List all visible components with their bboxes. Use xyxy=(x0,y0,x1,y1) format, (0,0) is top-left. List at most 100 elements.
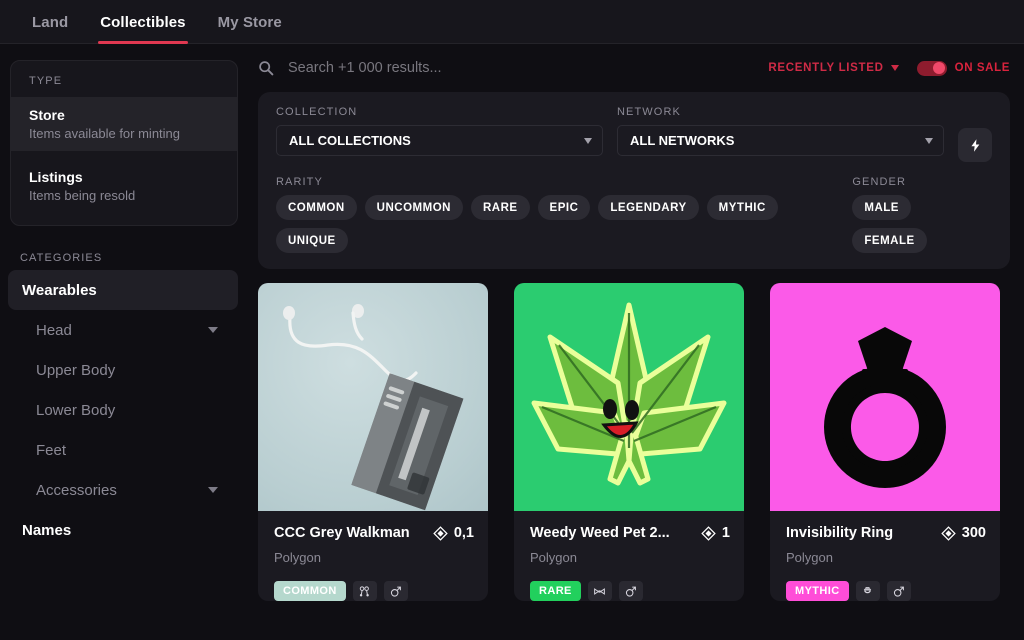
gender-pill-male[interactable]: MALE xyxy=(852,195,911,220)
filter-panel: COLLECTION ALL COLLECTIONS NETWORK ALL N… xyxy=(258,92,1010,269)
item-badges: MYTHIC xyxy=(786,581,986,601)
gender-filter: GENDER MALE FEMALE xyxy=(852,176,992,253)
sidebar-item-upper-body[interactable]: Upper Body xyxy=(8,350,238,390)
ring-icon xyxy=(855,581,880,601)
chevron-down-icon xyxy=(925,137,933,144)
sidebar-item-listings-subtitle: Items being resold xyxy=(29,188,136,203)
sidebar-item-names[interactable]: Names xyxy=(8,510,238,550)
gender-icon xyxy=(618,581,643,601)
item-card-body: Weedy Weed Pet 2... 1 Polygon RARE xyxy=(514,511,744,601)
item-title: CCC Grey Walkman xyxy=(274,525,410,541)
sidebar-item-wearables-label: Wearables xyxy=(22,281,97,299)
sidebar-item-listings-title: Listings xyxy=(29,169,83,185)
sidebar-item-wearables[interactable]: Wearables xyxy=(8,270,238,310)
sort-dropdown[interactable]: RECENTLY LISTED xyxy=(768,62,899,74)
top-navbar: Land Collectibles My Store xyxy=(0,0,1024,44)
rarity-pill-mythic-label: MYTHIC xyxy=(718,201,766,214)
nav-tab-my-store-label: My Store xyxy=(217,13,282,31)
type-section-label: TYPE xyxy=(29,75,63,87)
sidebar-item-names-label: Names xyxy=(22,521,72,539)
gender-pill-male-label: MALE xyxy=(864,201,899,214)
nav-tab-land[interactable]: Land xyxy=(16,0,84,44)
item-price-value: 300 xyxy=(961,525,986,541)
gender-icon xyxy=(886,581,911,601)
item-card[interactable]: Weedy Weed Pet 2... 1 Polygon RARE xyxy=(514,283,744,601)
mana-diamond-icon xyxy=(941,525,956,541)
rarity-pill-epic[interactable]: EPIC xyxy=(537,195,591,220)
rarity-pill-legendary[interactable]: LEGENDARY xyxy=(598,195,699,220)
nav-tab-collectibles[interactable]: Collectibles xyxy=(84,0,201,44)
bowtie-icon xyxy=(587,581,612,601)
item-card-body: CCC Grey Walkman 0,1 Polygon COMMON xyxy=(258,511,488,601)
sidebar-item-store-title: Store xyxy=(29,107,65,123)
item-grid: CCC Grey Walkman 0,1 Polygon COMMON Weed… xyxy=(246,269,1024,601)
sidebar-item-feet-label: Feet xyxy=(36,441,67,459)
on-sale-toggle[interactable]: ON SALE xyxy=(916,60,1010,76)
search-placeholder: Search +1 000 results... xyxy=(288,60,442,76)
chevron-down-icon xyxy=(890,65,899,71)
item-card-header: CCC Grey Walkman 0,1 xyxy=(274,525,474,541)
rarity-pill-rare[interactable]: RARE xyxy=(470,195,530,220)
instant-trade-button[interactable] xyxy=(958,128,992,162)
nav-tab-my-store[interactable]: My Store xyxy=(202,0,298,44)
rarity-badge-label: COMMON xyxy=(283,585,337,597)
filter-selects-row: COLLECTION ALL COLLECTIONS NETWORK ALL N… xyxy=(276,106,992,162)
sidebar-item-lower-body[interactable]: Lower Body xyxy=(8,390,238,430)
rarity-pill-mythic[interactable]: MYTHIC xyxy=(706,195,778,220)
type-filter-card: TYPE Store Items available for minting L… xyxy=(10,60,238,226)
gender-pill-group: MALE FEMALE xyxy=(852,195,992,253)
item-network: Polygon xyxy=(786,550,833,565)
sidebar-item-accessories[interactable]: Accessories xyxy=(8,470,238,510)
gender-pill-female[interactable]: FEMALE xyxy=(852,228,927,253)
item-card-body: Invisibility Ring 300 Polygon MYTHIC xyxy=(770,511,1000,601)
toggle-switch[interactable] xyxy=(916,60,947,76)
smiling-cannabis-leaf-image xyxy=(514,283,744,511)
rarity-pill-unique[interactable]: UNIQUE xyxy=(276,228,348,253)
item-card-header: Invisibility Ring 300 xyxy=(786,525,986,541)
diamond-ring-silhouette-image xyxy=(770,283,1000,511)
sidebar-item-lower-body-label: Lower Body xyxy=(36,401,116,419)
chevron-down-icon xyxy=(584,137,592,144)
search-icon xyxy=(258,60,274,76)
sidebar: TYPE Store Items available for minting L… xyxy=(0,44,246,640)
collection-select-value: ALL COLLECTIONS xyxy=(289,133,411,148)
network-filter-label: NETWORK xyxy=(617,106,681,118)
item-price: 1 xyxy=(701,525,730,541)
marketplace-page: Land Collectibles My Store TYPE Store It… xyxy=(0,0,1024,640)
item-badges: RARE xyxy=(530,581,730,601)
rarity-pill-common-label: COMMON xyxy=(288,201,345,214)
item-badges: COMMON xyxy=(274,581,474,601)
on-sale-label: ON SALE xyxy=(954,62,1010,74)
item-network: Polygon xyxy=(274,550,321,565)
status-badge: RARE xyxy=(530,581,581,601)
rarity-pill-uncommon-label: UNCOMMON xyxy=(376,201,451,214)
status-badge: MYTHIC xyxy=(786,581,849,601)
item-price-value: 0,1 xyxy=(453,525,474,541)
rarity-pill-uncommon[interactable]: UNCOMMON xyxy=(364,195,463,220)
item-card-header: Weedy Weed Pet 2... 1 xyxy=(530,525,730,541)
gender-pill-female-label: FEMALE xyxy=(864,234,915,247)
item-price-value: 1 xyxy=(721,525,730,541)
item-title: Invisibility Ring xyxy=(786,525,894,541)
sidebar-item-head[interactable]: Head xyxy=(8,310,238,350)
rarity-badge-label: RARE xyxy=(539,585,572,597)
search-input[interactable]: Search +1 000 results... xyxy=(258,60,768,76)
rarity-pill-epic-label: EPIC xyxy=(549,201,579,214)
item-card[interactable]: CCC Grey Walkman 0,1 Polygon COMMON xyxy=(258,283,488,601)
categories-section-label: CATEGORIES xyxy=(20,252,103,264)
collection-select[interactable]: ALL COLLECTIONS xyxy=(276,125,603,156)
rarity-pill-legendary-label: LEGENDARY xyxy=(610,201,687,214)
item-price: 300 xyxy=(941,525,986,541)
rarity-filter-label: RARITY xyxy=(276,176,323,188)
search-toolbar: Search +1 000 results... RECENTLY LISTED… xyxy=(246,44,1024,92)
mana-diamond-icon xyxy=(433,525,448,541)
sidebar-item-listings[interactable]: Listings Items being resold xyxy=(11,159,237,213)
sidebar-item-store[interactable]: Store Items available for minting xyxy=(11,97,237,151)
item-price: 0,1 xyxy=(433,525,474,541)
network-select[interactable]: ALL NETWORKS xyxy=(617,125,944,156)
rarity-pill-group: COMMON UNCOMMON RARE EPIC LEGENDARY MYTH… xyxy=(276,195,852,253)
collection-filter: COLLECTION ALL COLLECTIONS xyxy=(276,106,603,156)
sidebar-item-feet[interactable]: Feet xyxy=(8,430,238,470)
item-card[interactable]: Invisibility Ring 300 Polygon MYTHIC xyxy=(770,283,1000,601)
rarity-pill-common[interactable]: COMMON xyxy=(276,195,357,220)
